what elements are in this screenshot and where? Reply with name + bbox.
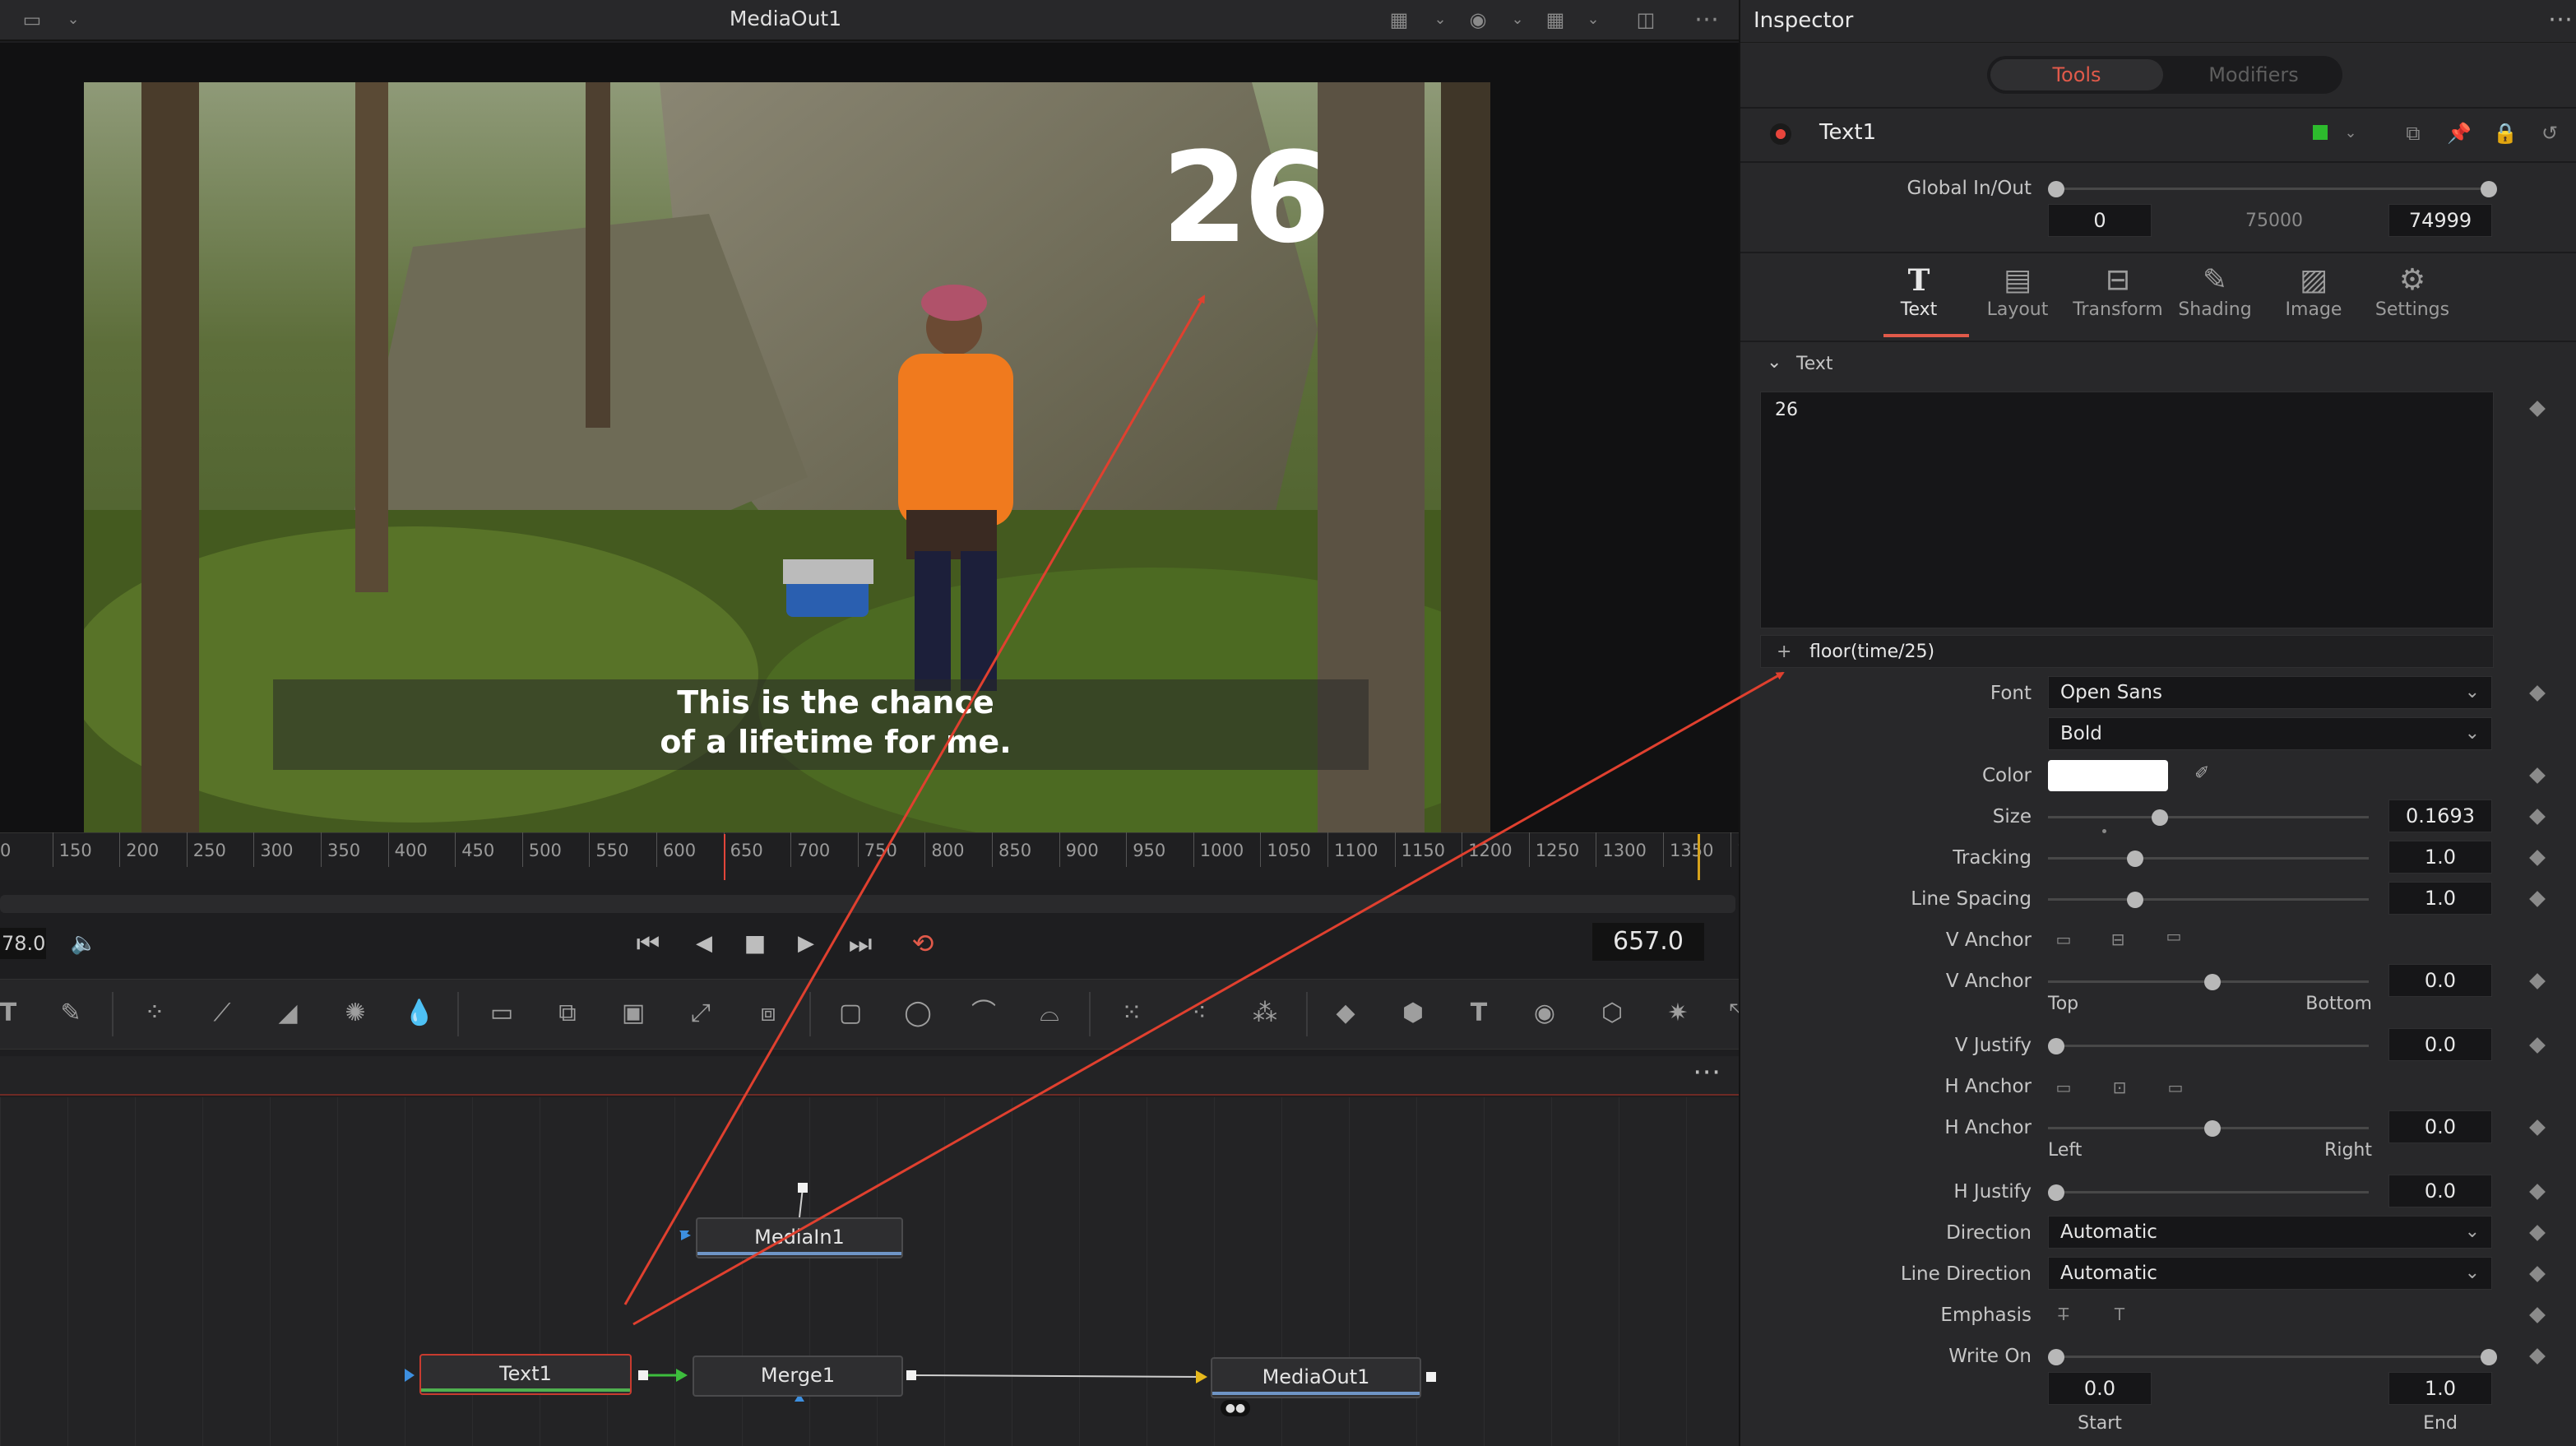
arrow-to-expression xyxy=(632,671,1785,1326)
annotation-arrows xyxy=(623,294,1785,1326)
arrow-to-overlay xyxy=(623,294,1206,1305)
fusion-app: ▭ ⌄ MediaOut1 ▦ ⌄ ◉ ⌄ ▦ ⌄ ◫ ⋯ 26 This is… xyxy=(0,0,2576,1446)
